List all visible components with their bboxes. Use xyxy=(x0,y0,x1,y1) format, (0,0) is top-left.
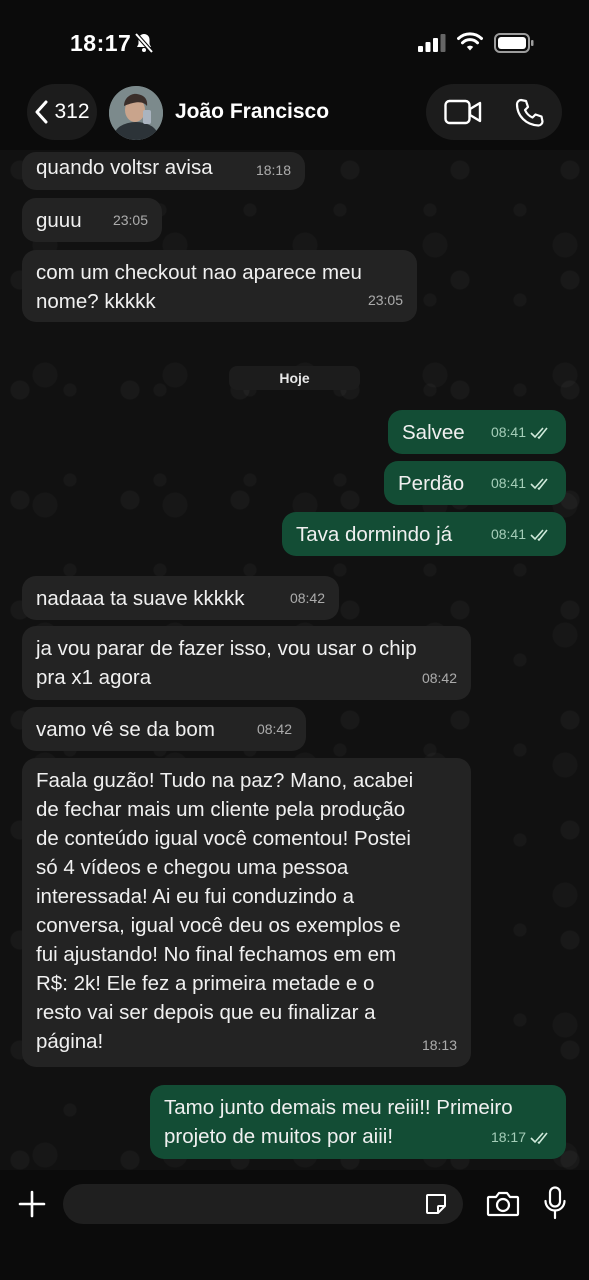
date-divider: Hoje xyxy=(229,366,360,390)
message-bubble-incoming[interactable]: nadaaa ta suave kkkkk 08:42 xyxy=(22,576,339,620)
call-actions xyxy=(426,84,562,140)
message-time: 18:17 xyxy=(490,1129,526,1145)
message-bubble-incoming[interactable]: vamo vê se da bom 08:42 xyxy=(22,707,306,751)
message-time: 08:41 xyxy=(490,475,526,491)
message-bubble-incoming[interactable]: com um checkout nao aparece meu nome? kk… xyxy=(22,250,417,322)
message-composer xyxy=(0,1170,589,1280)
message-time: 23:05 xyxy=(112,212,148,228)
wifi-icon xyxy=(457,32,483,51)
message-bubble-incoming[interactable]: Faala guzão! Tudo na paz? Mano, acabei d… xyxy=(22,758,471,1067)
message-bubble-outgoing[interactable]: Perdão 08:41 xyxy=(384,461,566,505)
message-time: 23:05 xyxy=(367,292,403,308)
message-text: com um checkout nao aparece meu nome? kk… xyxy=(36,261,362,313)
back-button[interactable]: 312 xyxy=(27,84,97,140)
plus-icon[interactable] xyxy=(18,1190,46,1218)
read-receipt-icon xyxy=(530,477,548,490)
message-bubble-outgoing[interactable]: Tamo junto demais meu reiii!! Primeiro p… xyxy=(150,1085,566,1159)
message-time: 18:18 xyxy=(255,162,291,178)
avatar-photo xyxy=(109,86,163,140)
voice-call-icon[interactable] xyxy=(514,98,544,128)
message-time: 18:13 xyxy=(421,1037,457,1053)
message-bubble-incoming[interactable]: quando voltsr avisa 18:18 xyxy=(22,152,305,190)
camera-icon[interactable] xyxy=(486,1190,520,1218)
message-bubble-incoming[interactable]: guuu 23:05 xyxy=(22,198,162,242)
cellular-signal-icon xyxy=(418,34,446,52)
message-bubble-outgoing[interactable]: Tava dormindo já 08:41 xyxy=(282,512,566,556)
sticker-icon[interactable] xyxy=(424,1192,448,1216)
contact-name[interactable]: João Francisco xyxy=(175,100,329,124)
message-text: Faala guzão! Tudo na paz? Mano, acabei d… xyxy=(36,769,414,1053)
message-text: quando voltsr avisa xyxy=(36,156,213,179)
message-time: 08:42 xyxy=(256,721,292,737)
message-text: vamo vê se da bom xyxy=(36,718,215,741)
status-time: 18:17 xyxy=(70,30,132,56)
silent-bell-icon xyxy=(134,32,154,54)
message-time: 08:42 xyxy=(289,590,325,606)
video-call-icon[interactable] xyxy=(444,99,482,125)
message-text: ja vou parar de fazer isso, vou usar o c… xyxy=(36,637,417,689)
message-text: nadaaa ta suave kkkkk xyxy=(36,587,245,610)
microphone-icon[interactable] xyxy=(543,1186,567,1220)
message-bubble-outgoing[interactable]: Salvee 08:41 xyxy=(388,410,566,454)
read-receipt-icon xyxy=(530,528,548,541)
message-time: 08:42 xyxy=(421,670,457,686)
read-receipt-icon xyxy=(530,1131,548,1144)
message-time: 08:41 xyxy=(490,526,526,542)
read-receipt-icon xyxy=(530,426,548,439)
unread-count: 312 xyxy=(54,100,90,123)
message-input[interactable] xyxy=(63,1184,463,1224)
message-bubble-incoming[interactable]: ja vou parar de fazer isso, vou usar o c… xyxy=(22,626,471,700)
message-time: 08:41 xyxy=(490,424,526,440)
battery-icon xyxy=(494,33,534,53)
chevron-left-icon xyxy=(35,100,48,124)
contact-avatar[interactable] xyxy=(109,86,163,140)
chat-header: 312 João Francisco xyxy=(0,80,589,150)
status-bar: 18:17 xyxy=(0,0,589,80)
